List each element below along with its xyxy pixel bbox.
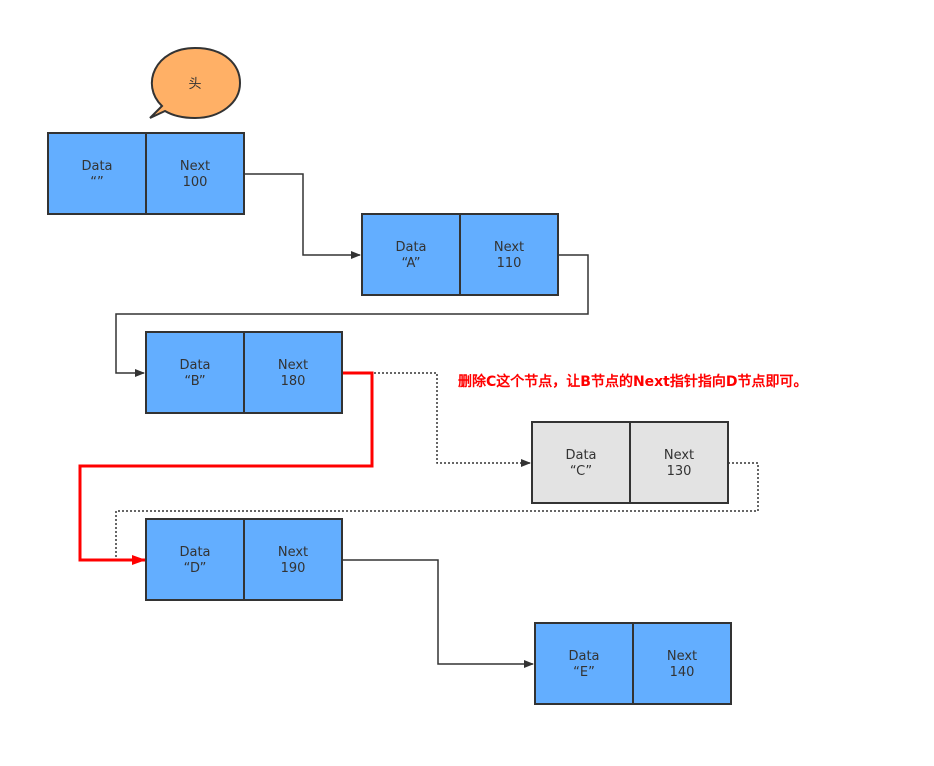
data-value: “A” bbox=[401, 256, 420, 271]
data-label: Data bbox=[81, 159, 112, 174]
next-value: 100 bbox=[183, 175, 208, 190]
arrow-head-to-a bbox=[244, 173, 361, 259]
linked-list-diagram: 头 删除C这个节点，让B节点的Next指针指向D节点即可。 Data “” Ne… bbox=[47, 46, 808, 705]
next-value: 180 bbox=[281, 374, 306, 389]
next-label: Next bbox=[278, 358, 308, 373]
node-c-deleted: Data “C” Next 130 bbox=[531, 421, 729, 504]
next-value: 190 bbox=[281, 561, 306, 576]
data-value: “C” bbox=[570, 464, 592, 479]
head-bubble: 头 bbox=[149, 46, 242, 120]
data-label: Data bbox=[395, 240, 426, 255]
data-label: Data bbox=[179, 545, 210, 560]
annotation-note: 删除C这个节点，让B节点的Next指针指向D节点即可。 bbox=[458, 373, 808, 390]
next-value: 110 bbox=[497, 256, 522, 271]
next-value: 140 bbox=[670, 665, 695, 680]
next-label: Next bbox=[667, 649, 697, 664]
next-label: Next bbox=[180, 159, 210, 174]
next-label: Next bbox=[278, 545, 308, 560]
node-a: Data “A” Next 110 bbox=[361, 213, 559, 296]
node-d: Data “D” Next 190 bbox=[145, 518, 343, 601]
data-label: Data bbox=[179, 358, 210, 373]
node-e: Data “E” Next 140 bbox=[534, 622, 732, 705]
head-label: 头 bbox=[188, 77, 201, 92]
data-value: “” bbox=[90, 175, 103, 190]
node-b: Data “B” Next 180 bbox=[145, 331, 343, 414]
next-value: 130 bbox=[667, 464, 692, 479]
data-value: “E” bbox=[573, 665, 595, 680]
next-label: Next bbox=[664, 448, 694, 463]
node-head: Data “” Next 100 bbox=[47, 132, 245, 215]
data-value: “B” bbox=[184, 374, 205, 389]
next-label: Next bbox=[494, 240, 524, 255]
data-label: Data bbox=[565, 448, 596, 463]
arrow-d-to-e bbox=[342, 559, 534, 668]
data-label: Data bbox=[568, 649, 599, 664]
data-value: “D” bbox=[184, 561, 207, 576]
